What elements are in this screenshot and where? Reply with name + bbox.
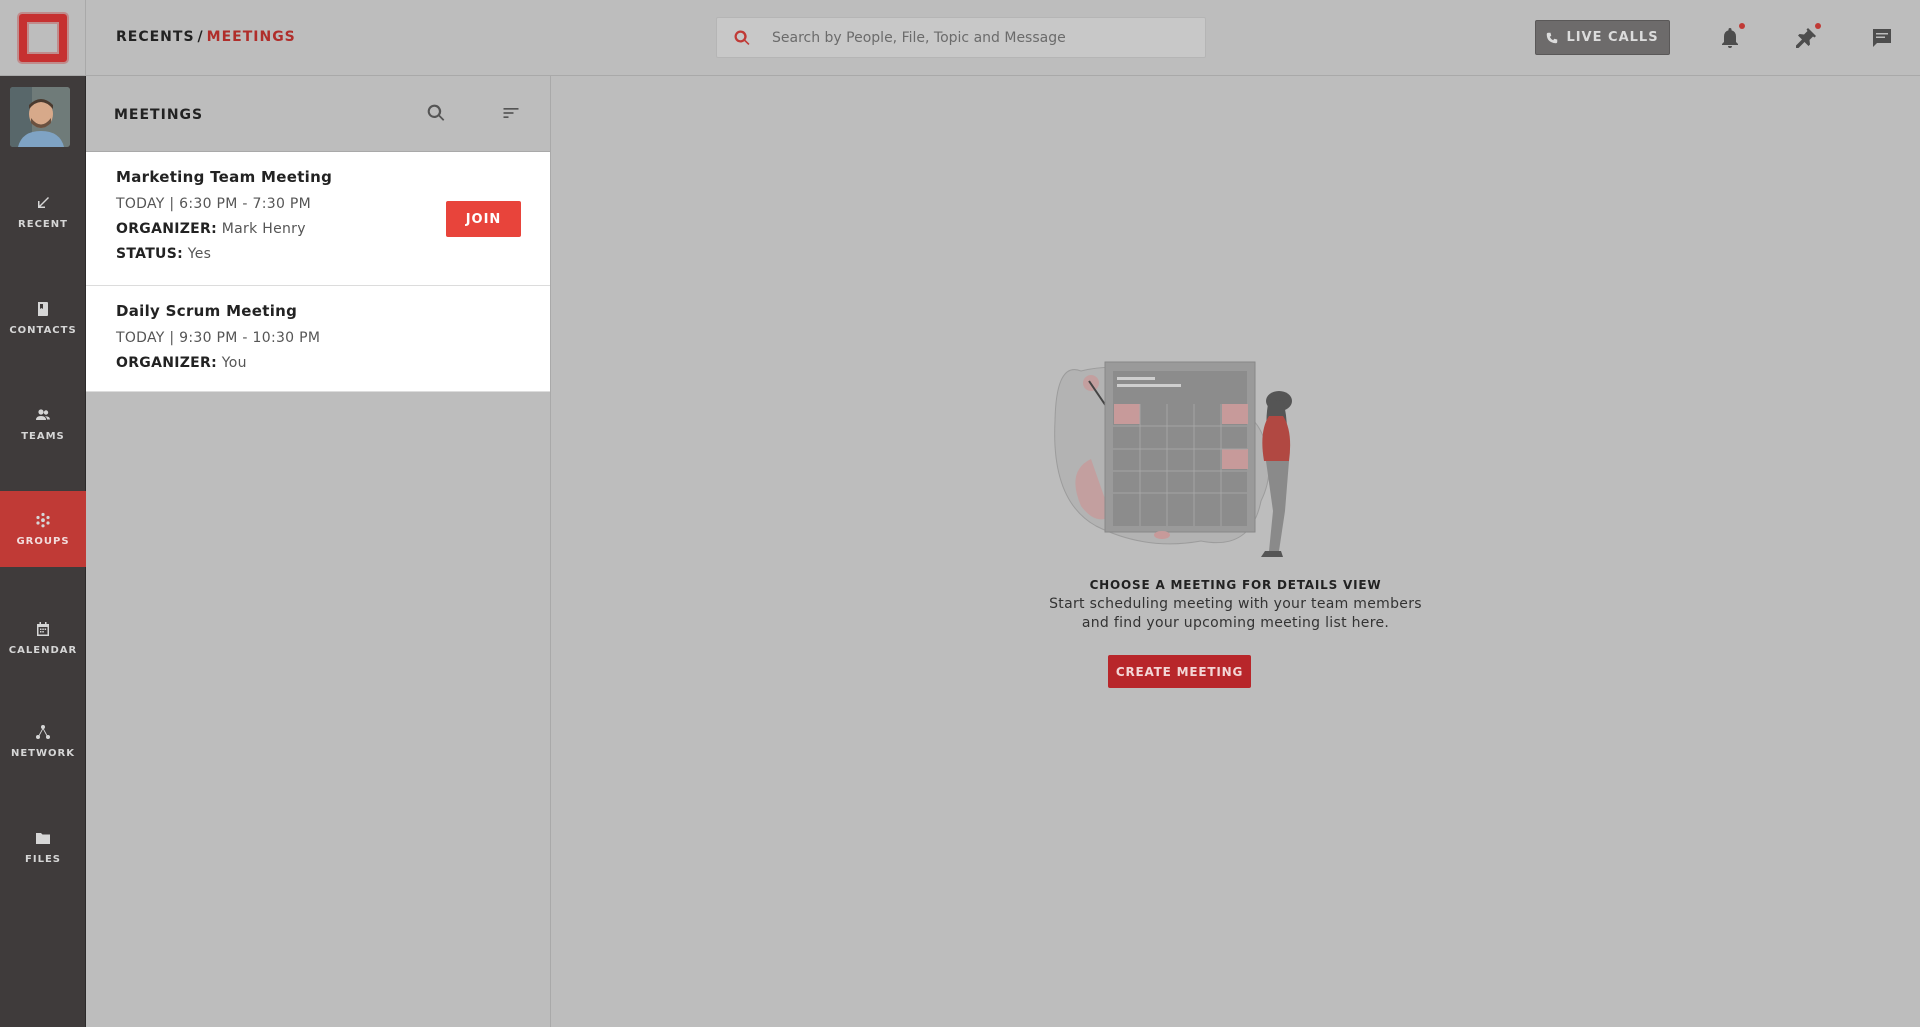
bell-icon (1722, 28, 1738, 48)
logo-mark-icon (18, 13, 67, 62)
status-value: Yes (187, 246, 212, 262)
meeting-title: Marketing Team Meeting (116, 168, 333, 186)
search-input[interactable] (772, 18, 1192, 57)
nav-item-contacts[interactable]: CONTACTS (0, 280, 86, 356)
arrow-down-left-icon (38, 196, 49, 208)
meetings-search-button[interactable] (426, 103, 448, 125)
nav-label-network: NETWORK (10, 747, 75, 759)
breadcrumb-separator: / (197, 29, 204, 45)
live-calls-button[interactable]: LIVE CALLS (1535, 20, 1670, 55)
meeting-list-item[interactable]: Daily Scrum Meeting TODAY | 9:30 PM - 10… (86, 286, 550, 392)
meeting-organizer: ORGANIZER: You (116, 355, 520, 371)
meeting-list-item[interactable]: Marketing Team Meeting TODAY | 6:30 PM -… (86, 152, 550, 286)
messages-button[interactable] (1867, 23, 1897, 53)
empty-state-line-1: Start scheduling meeting with your team … (1049, 596, 1422, 612)
meeting-title: Daily Scrum Meeting (116, 302, 298, 320)
nav-item-calendar[interactable]: CALENDAR (0, 600, 86, 676)
top-bar: RECENTS/MEETINGS LIVE CALLS (86, 0, 1920, 76)
organizer-label: ORGANIZER: (116, 355, 218, 371)
chat-icon (1873, 29, 1891, 47)
nav-item-teams[interactable]: TEAMS (0, 386, 86, 462)
folder-icon (36, 832, 50, 844)
meetings-sort-button[interactable] (501, 103, 523, 125)
status-label: STATUS: (116, 246, 183, 262)
nav-item-network[interactable]: NETWORK (0, 703, 86, 779)
nav-label-teams: TEAMS (21, 430, 65, 442)
avatar[interactable] (10, 87, 70, 147)
notification-dot (1739, 23, 1745, 29)
meeting-illustration (1054, 361, 1292, 557)
create-meeting-button[interactable]: CREATE MEETING (1108, 655, 1251, 688)
meeting-time: TODAY | 9:30 PM - 10:30 PM (116, 330, 321, 346)
nav-label-recent: RECENT (18, 218, 68, 230)
organizer-name: Mark Henry (221, 221, 306, 237)
breadcrumb-current: MEETINGS (206, 29, 296, 45)
organizer-label: ORGANIZER: (116, 221, 218, 237)
avatar-photo (10, 87, 70, 147)
pinned-button[interactable] (1791, 23, 1821, 53)
search-icon (734, 30, 750, 46)
contacts-book-icon (38, 301, 48, 316)
nav-label-groups: GROUPS (16, 535, 70, 547)
team-icon (36, 408, 50, 420)
breadcrumb-root[interactable]: RECENTS (116, 29, 195, 45)
logo[interactable] (0, 0, 86, 76)
meetings-panel-header: MEETINGS (86, 76, 550, 152)
join-button[interactable]: JOIN (446, 201, 521, 237)
nav-item-recent[interactable]: RECENT (0, 174, 86, 250)
live-calls-label: LIVE CALLS (1566, 30, 1659, 45)
meetings-panel: MEETINGS Marketing Team Meeting TODAY | … (86, 76, 551, 1027)
pin-icon (1796, 28, 1816, 48)
notifications-button[interactable] (1715, 23, 1745, 53)
panel-title: MEETINGS (114, 107, 204, 123)
empty-state-line-2: and find your upcoming meeting list here… (1081, 615, 1390, 631)
organizer-name: You (221, 355, 247, 371)
nav-label-calendar: CALENDAR (8, 644, 78, 656)
calendar-icon (37, 621, 49, 636)
search-icon (427, 104, 445, 121)
sort-icon (503, 108, 519, 118)
meeting-details-empty-state: CHOOSE A MEETING FOR DETAILS VIEW Start … (551, 76, 1920, 1027)
network-icon (36, 724, 50, 739)
nav-label-contacts: CONTACTS (9, 324, 77, 336)
nav-item-files[interactable]: FILES (0, 809, 86, 885)
phone-icon (1547, 32, 1558, 43)
left-nav: RECENT CONTACTS TEAMS GROUPS CALENDAR NE… (0, 0, 86, 1027)
global-search[interactable] (716, 17, 1206, 58)
pinned-dot (1815, 23, 1821, 29)
groups-icon (36, 512, 50, 527)
nav-item-groups[interactable]: GROUPS (0, 491, 86, 567)
empty-state-title: CHOOSE A MEETING FOR DETAILS VIEW (1089, 578, 1382, 592)
meeting-status: STATUS: Yes (116, 246, 520, 262)
nav-label-files: FILES (25, 853, 61, 865)
breadcrumb: RECENTS / MEETINGS (116, 29, 296, 45)
